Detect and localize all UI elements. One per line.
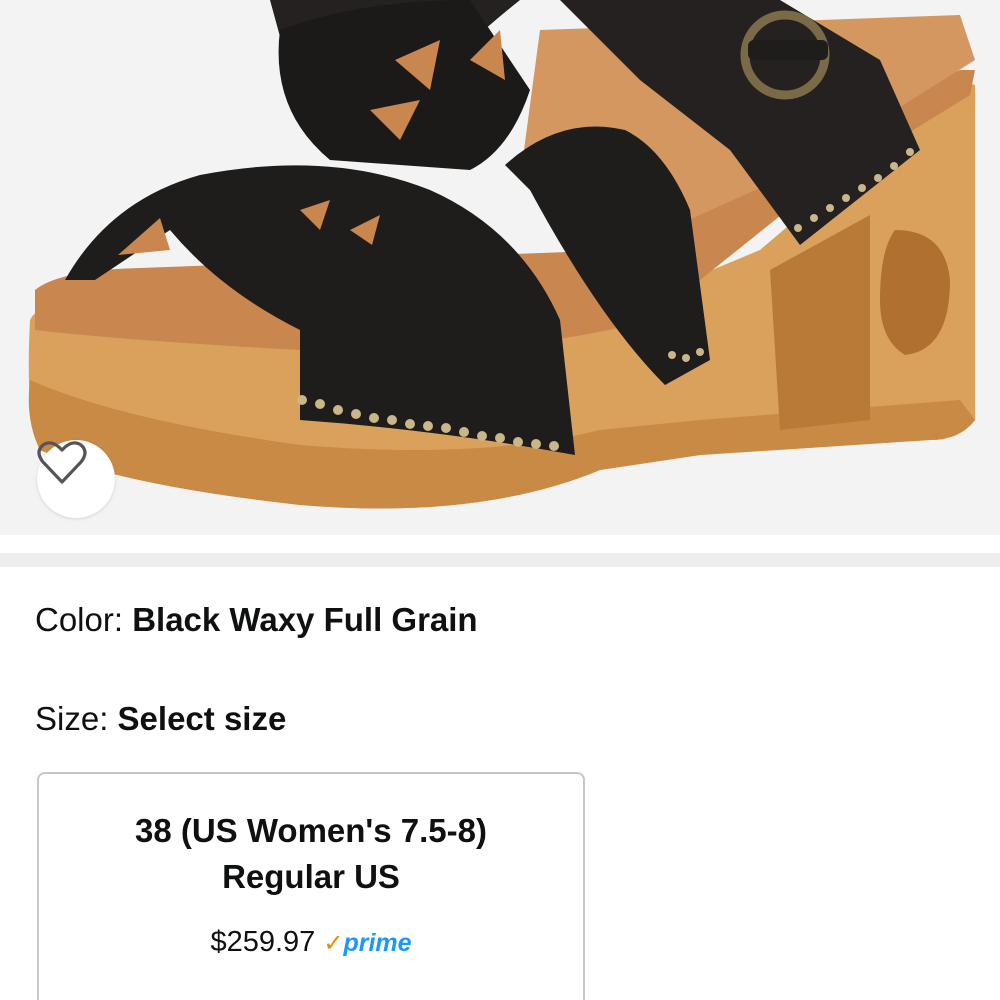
section-divider [0, 553, 1000, 567]
size-value: Select size [117, 700, 287, 737]
product-image[interactable] [0, 0, 1000, 535]
size-option-price-row: $259.97 ✓prime [39, 922, 583, 964]
prime-check-icon: ✓ [323, 930, 344, 957]
sandal-illustration [28, 0, 975, 509]
prime-badge: prime [343, 929, 412, 957]
size-option-fit: Regular US [222, 858, 400, 895]
size-option-card[interactable]: 38 (US Women's 7.5-8) Regular US $259.97… [37, 772, 585, 1000]
size-option-name: 38 (US Women's 7.5-8) [134, 812, 487, 849]
color-value: Black Waxy Full Grain [132, 601, 478, 638]
wishlist-button[interactable] [37, 440, 115, 518]
size-row: Size: Select size [35, 699, 286, 739]
color-row: Color: Black Waxy Full Grain [35, 600, 478, 640]
size-option-price: $259.97 [210, 926, 316, 958]
size-label: Size: [35, 700, 118, 737]
color-label: Color: [35, 601, 133, 638]
